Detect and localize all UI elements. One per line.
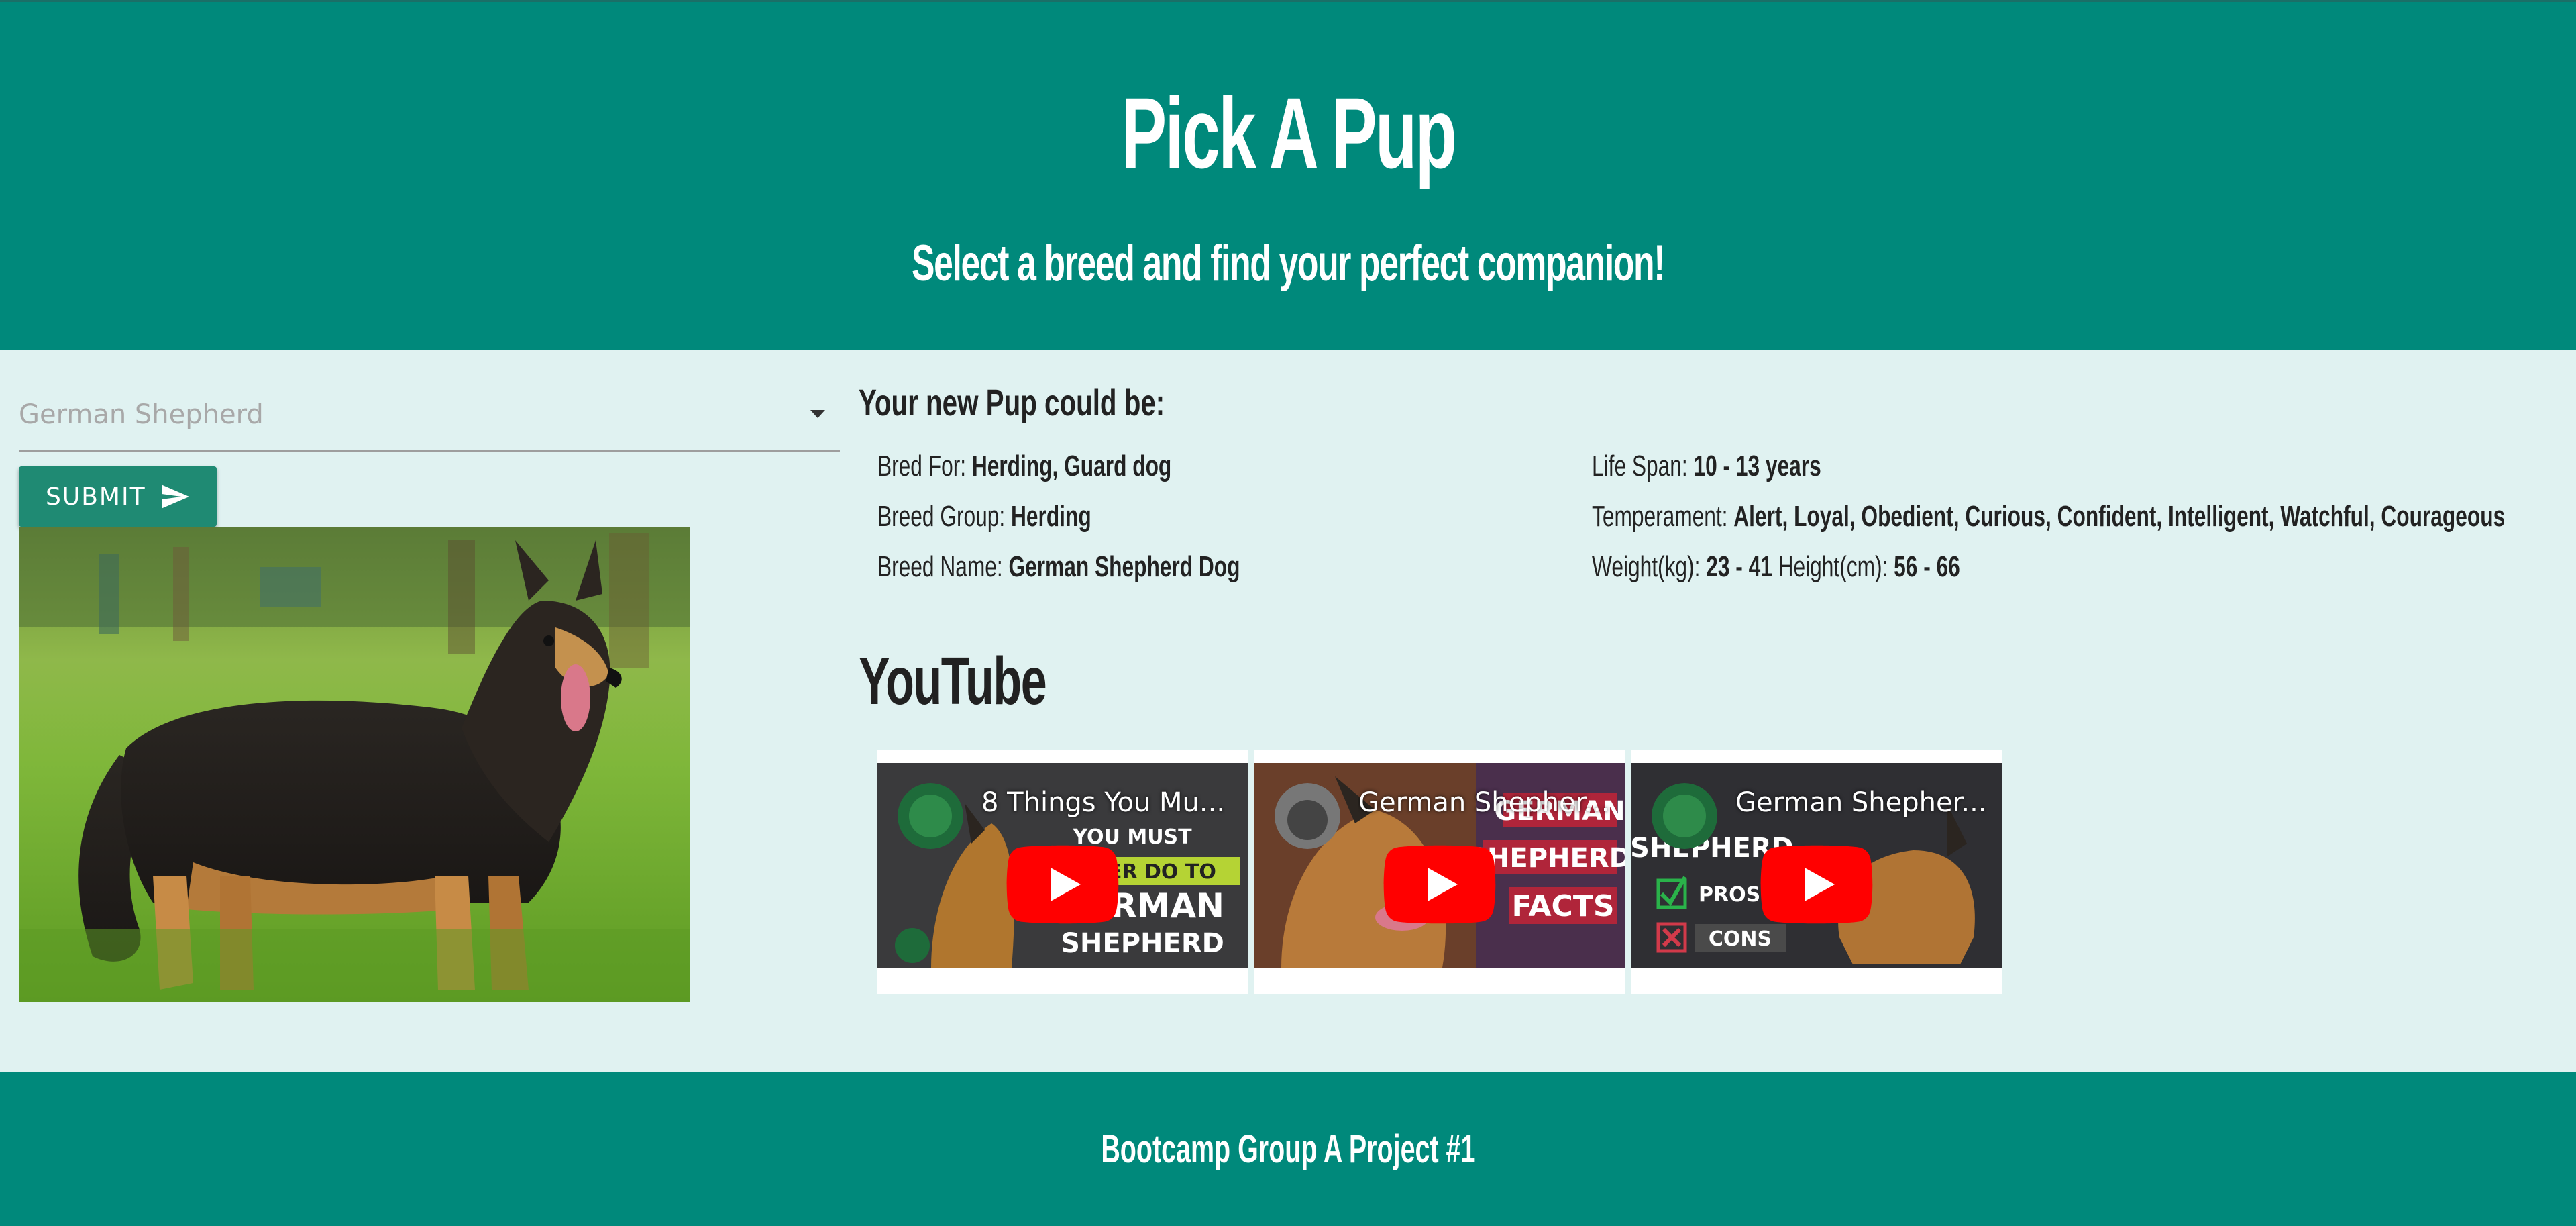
weight-value: 23 - 41: [1706, 550, 1772, 583]
thumb-text: FACTS: [1511, 889, 1614, 923]
video-thumbnail[interactable]: YOU MUST NEVER DO TO GERMAN SHEPHERD 8 T…: [877, 763, 1248, 968]
weight-label: Weight(kg):: [1592, 550, 1701, 583]
video-thumbnail[interactable]: SHEPHERD PROS CONS German Shepher...: [1631, 763, 2002, 968]
chevron-down-icon[interactable]: [810, 410, 825, 418]
height-value: 56 - 66: [1894, 550, 1960, 583]
temperament-row: Temperament: Alert, Loyal, Obedient, Cur…: [1592, 497, 2576, 537]
height-label: Height(cm):: [1778, 550, 1888, 583]
play-icon[interactable]: [1382, 845, 1497, 924]
bred-for-value: Herding, Guard dog: [971, 450, 1172, 482]
dog-photo: [19, 527, 690, 1002]
video-thumbnail[interactable]: GERMAN SHEPHERD FACTS German Shepher...: [1254, 763, 1625, 968]
life-span-label: Life Span:: [1592, 450, 1688, 482]
thumb-text: SHEPHERD: [1061, 928, 1224, 959]
page-footer: Bootcamp Group A Project #1: [0, 1072, 2576, 1226]
video-embed-2[interactable]: GERMAN SHEPHERD FACTS German Shepher...: [1254, 750, 1625, 994]
weight-height-row: Weight(kg): 23 - 41 Height(cm): 56 - 66: [1592, 547, 2103, 587]
breed-select[interactable]: German Shepherd: [19, 379, 840, 452]
breed-select-value: German Shepherd: [19, 399, 264, 430]
bred-for-row: Bred For: Herding, Guard dog: [877, 446, 1286, 487]
youtube-heading: YouTube: [859, 644, 1047, 719]
play-icon[interactable]: [1005, 845, 1120, 924]
thumb-text: PROS: [1699, 883, 1760, 907]
breed-group-label: Breed Group:: [877, 500, 1006, 533]
bred-for-label: Bred For:: [877, 450, 967, 482]
submit-button-label: SUBMIT: [46, 482, 146, 511]
temperament-label: Temperament:: [1592, 500, 1728, 533]
breed-group-value: Herding: [1011, 500, 1091, 533]
temperament-value: Alert, Loyal, Obedient, Curious, Confide…: [1733, 500, 2506, 533]
play-icon[interactable]: [1759, 845, 1874, 924]
channel-avatar[interactable]: [1652, 783, 1717, 849]
channel-avatar[interactable]: [898, 783, 963, 849]
submit-button[interactable]: SUBMIT: [19, 466, 217, 527]
page-subtitle: Select a breed and find your perfect com…: [911, 235, 1665, 292]
send-icon: [162, 484, 190, 509]
video-embed-1[interactable]: YOU MUST NEVER DO TO GERMAN SHEPHERD 8 T…: [877, 750, 1248, 994]
video-title[interactable]: German Shepher...: [1358, 787, 1610, 818]
breed-name-value: German Shepherd Dog: [1008, 550, 1240, 583]
footer-text: Bootcamp Group A Project #1: [1100, 1127, 1476, 1171]
breed-name-label: Breed Name:: [877, 550, 1003, 583]
page-title: Pick A Pup: [1120, 76, 1457, 189]
video-title[interactable]: German Shepher...: [1735, 787, 1987, 818]
life-span-row: Life Span: 10 - 13 years: [1592, 446, 1911, 487]
video-embed-3[interactable]: SHEPHERD PROS CONS German Shepher...: [1631, 750, 2002, 994]
page-header: Pick A Pup Select a breed and find your …: [0, 0, 2576, 350]
info-heading: Your new Pup could be:: [859, 381, 1165, 423]
thumb-text: CONS: [1709, 927, 1772, 951]
video-title[interactable]: 8 Things You Mu...: [981, 787, 1225, 818]
channel-avatar[interactable]: [1275, 783, 1340, 849]
breed-group-row: Breed Group: Herding: [877, 497, 1175, 537]
life-span-value: 10 - 13 years: [1693, 450, 1821, 482]
breed-name-row: Breed Name: German Shepherd Dog: [877, 547, 1381, 587]
